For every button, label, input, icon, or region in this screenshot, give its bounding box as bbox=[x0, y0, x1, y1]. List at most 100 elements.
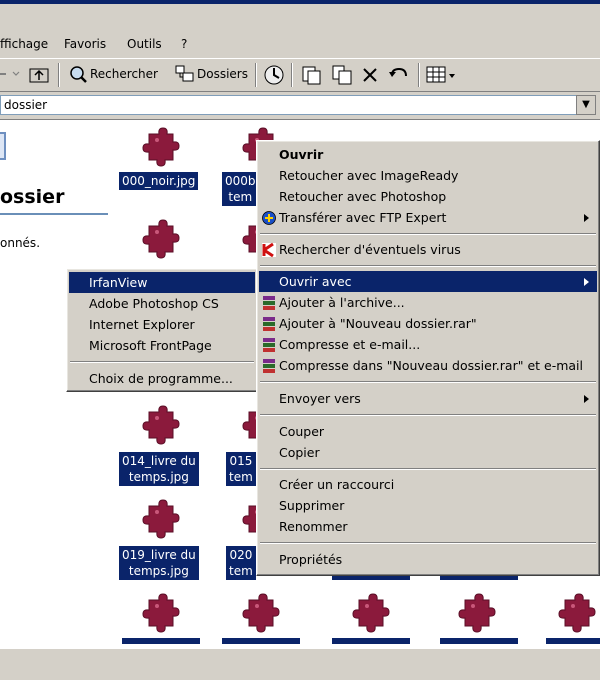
choose-program[interactable]: Choix de programme... bbox=[69, 368, 255, 389]
image-file-icon[interactable] bbox=[556, 592, 598, 634]
menu-retouch-imageready[interactable]: Retoucher avec ImageReady bbox=[259, 165, 597, 186]
menu-cut[interactable]: Couper bbox=[259, 421, 597, 442]
menu-label: Créer un raccourci bbox=[279, 477, 395, 492]
menu-label: Retoucher avec ImageReady bbox=[279, 168, 459, 183]
forward-arrow-icon[interactable] bbox=[0, 66, 24, 82]
open-with-internet-explorer[interactable]: Internet Explorer bbox=[69, 314, 255, 335]
image-file-icon[interactable] bbox=[140, 498, 182, 540]
menu-label: Propriétés bbox=[279, 552, 343, 567]
menu-label: Ajouter à "Nouveau dossier.rar" bbox=[279, 316, 477, 331]
menu-separator bbox=[260, 542, 596, 544]
open-with-irfanview[interactable]: IrfanView bbox=[69, 272, 255, 293]
menu-send-to[interactable]: Envoyer vers bbox=[259, 388, 597, 409]
file-label[interactable] bbox=[546, 638, 600, 644]
open-with-submenu: IrfanView Adobe Photoshop CS Internet Ex… bbox=[66, 268, 258, 392]
context-menu: Ouvrir Retoucher avec ImageReady Retouch… bbox=[256, 140, 600, 576]
file-label[interactable] bbox=[440, 638, 518, 644]
delete-icon[interactable] bbox=[361, 66, 379, 84]
image-file-icon[interactable] bbox=[140, 592, 182, 634]
submenu-arrow-icon bbox=[584, 395, 589, 403]
menu-favoris[interactable]: Favoris bbox=[64, 37, 106, 51]
menu-separator bbox=[70, 361, 254, 363]
open-with-photoshop-cs[interactable]: Adobe Photoshop CS bbox=[69, 293, 255, 314]
menu-label: Transférer avec FTP Expert bbox=[279, 210, 447, 225]
views-icon[interactable] bbox=[426, 65, 458, 85]
menu-properties[interactable]: Propriétés bbox=[259, 549, 597, 570]
menu-separator bbox=[260, 381, 596, 383]
menu-delete[interactable]: Supprimer bbox=[259, 495, 597, 516]
copy-to-icon[interactable] bbox=[331, 64, 353, 86]
file-label[interactable]: 020 tem bbox=[226, 546, 256, 580]
move-to-icon[interactable] bbox=[300, 64, 322, 86]
file-label[interactable]: 019_livre du temps.jpg bbox=[119, 546, 199, 580]
file-label[interactable]: 014_livre du temps.jpg bbox=[119, 452, 199, 486]
toolbar-separator bbox=[255, 63, 257, 87]
menu-label: Renommer bbox=[279, 519, 348, 534]
image-file-icon[interactable] bbox=[140, 126, 182, 168]
image-file-icon[interactable] bbox=[350, 592, 392, 634]
history-icon[interactable] bbox=[263, 64, 285, 86]
file-label[interactable] bbox=[122, 638, 200, 644]
menu-create-shortcut[interactable]: Créer un raccourci bbox=[259, 474, 597, 495]
menu-label: Ouvrir avec bbox=[279, 274, 352, 289]
submenu-arrow-icon bbox=[584, 214, 589, 222]
folder-heading: ossier bbox=[0, 186, 65, 208]
folder-thumbnail bbox=[0, 132, 6, 160]
search-button[interactable]: Rechercher bbox=[90, 67, 158, 81]
menu-add-archive[interactable]: Ajouter à l'archive... bbox=[259, 292, 597, 313]
menu-rename[interactable]: Renommer bbox=[259, 516, 597, 537]
address-input[interactable] bbox=[0, 95, 578, 115]
menu-help[interactable]: ? bbox=[181, 37, 187, 51]
antivirus-icon bbox=[262, 242, 276, 258]
search-icon[interactable] bbox=[68, 64, 88, 84]
menu-virus-scan[interactable]: Rechercher d'éventuels virus bbox=[259, 239, 597, 260]
title-bar bbox=[0, 0, 600, 30]
menu-open-with[interactable]: Ouvrir avec bbox=[259, 271, 597, 292]
image-file-icon[interactable] bbox=[456, 592, 498, 634]
open-with-frontpage[interactable]: Microsoft FrontPage bbox=[69, 335, 255, 356]
menu-compress-email[interactable]: Compresse et e-mail... bbox=[259, 334, 597, 355]
menu-affichage[interactable]: ffichage bbox=[0, 37, 48, 51]
toolbar-separator bbox=[291, 63, 293, 87]
menu-separator bbox=[260, 468, 596, 470]
menu-label: Supprimer bbox=[279, 498, 345, 513]
address-dropdown-button[interactable]: ▼ bbox=[576, 95, 596, 115]
selection-info-text: onnés. bbox=[0, 236, 41, 250]
menu-label: Couper bbox=[279, 424, 325, 439]
file-label[interactable]: 015 tem bbox=[226, 452, 256, 486]
undo-icon[interactable] bbox=[388, 65, 410, 85]
winrar-icon bbox=[263, 296, 275, 310]
toolbar-separator bbox=[418, 63, 420, 87]
menu-retouch-photoshop[interactable]: Retoucher avec Photoshop bbox=[259, 186, 597, 207]
folders-button[interactable]: Dossiers bbox=[197, 67, 248, 81]
file-label[interactable]: 000_noir.jpg bbox=[119, 172, 199, 190]
image-file-icon[interactable] bbox=[140, 218, 182, 260]
menu-transfer-ftp[interactable]: Transférer avec FTP Expert bbox=[259, 207, 597, 228]
menu-separator bbox=[260, 265, 596, 267]
file-label[interactable]: 000b tem bbox=[222, 172, 259, 206]
winrar-icon bbox=[263, 359, 275, 373]
ftp-expert-icon bbox=[262, 211, 276, 225]
menu-outils[interactable]: Outils bbox=[127, 37, 162, 51]
heading-divider bbox=[0, 213, 108, 215]
address-value: dossier bbox=[4, 98, 48, 112]
file-label[interactable] bbox=[222, 638, 300, 644]
menu-compress-rar-email[interactable]: Compresse dans "Nouveau dossier.rar" et … bbox=[259, 355, 597, 376]
menu-label: Retoucher avec Photoshop bbox=[279, 189, 447, 204]
menu-label: Ajouter à l'archive... bbox=[279, 295, 405, 310]
menu-label: Envoyer vers bbox=[279, 391, 361, 406]
image-file-icon[interactable] bbox=[140, 404, 182, 446]
menu-add-rar[interactable]: Ajouter à "Nouveau dossier.rar" bbox=[259, 313, 597, 334]
menu-open[interactable]: Ouvrir bbox=[259, 144, 597, 165]
menu-separator bbox=[260, 414, 596, 416]
menu-copy[interactable]: Copier bbox=[259, 442, 597, 463]
file-label[interactable] bbox=[332, 638, 410, 644]
toolbar-separator bbox=[58, 63, 60, 87]
image-file-icon[interactable] bbox=[240, 592, 282, 634]
menu-label: Rechercher d'éventuels virus bbox=[279, 242, 461, 257]
title-bar-strip bbox=[0, 0, 600, 4]
menu-label: Copier bbox=[279, 445, 320, 460]
status-bar bbox=[0, 648, 600, 680]
folders-icon[interactable] bbox=[175, 65, 195, 83]
up-folder-icon[interactable] bbox=[28, 65, 50, 83]
